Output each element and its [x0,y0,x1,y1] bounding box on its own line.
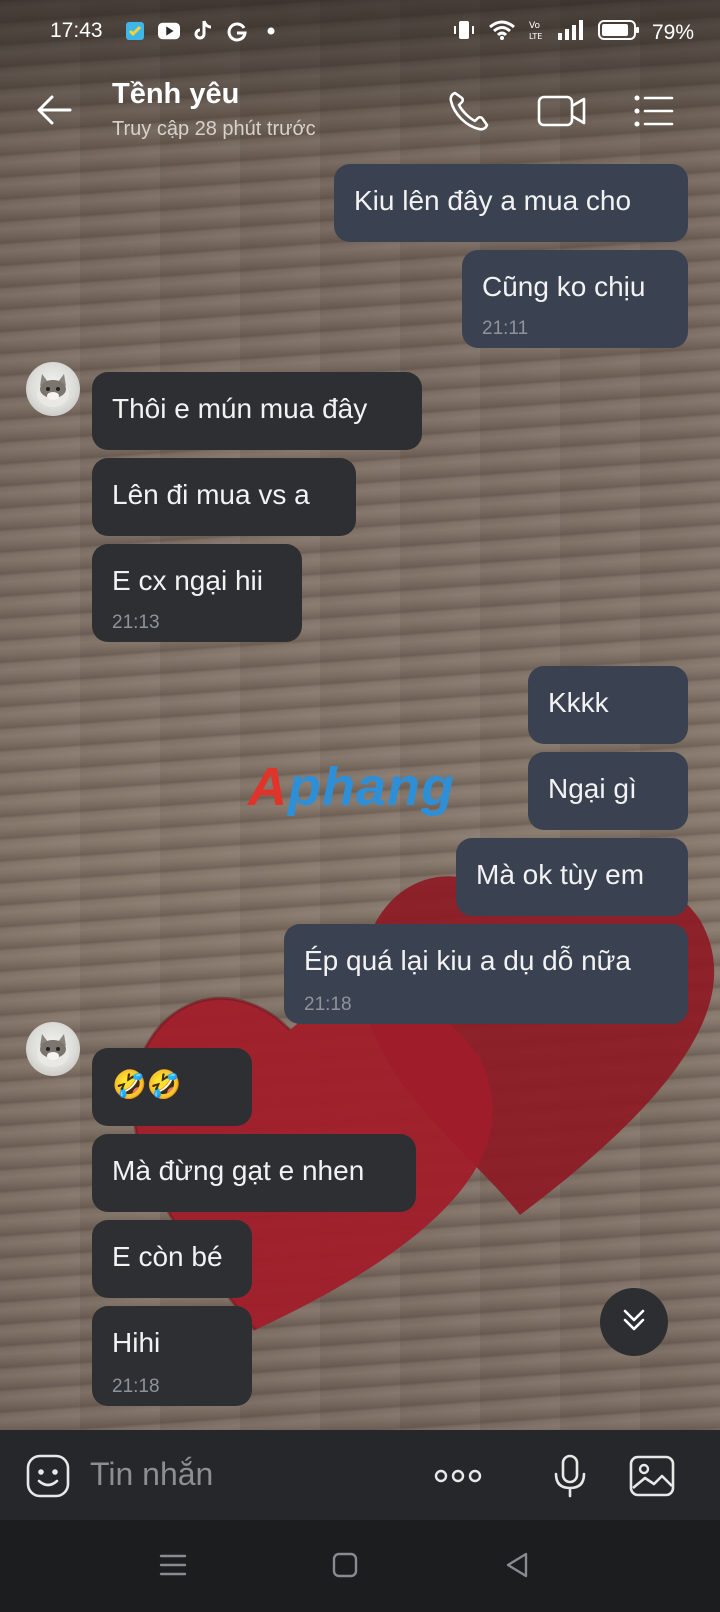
notification-icons [124,20,282,42]
svg-text:Vo: Vo [529,21,540,31]
menu-list-icon[interactable] [632,88,676,134]
message-bubble-incoming[interactable]: Hihi 21:18 [92,1306,252,1406]
message-text: E còn bé [112,1241,223,1272]
message-text: Lên đi mua vs a [112,479,310,510]
chat-header: Tềnh yêu Truy cập 28 phút trước [0,64,720,160]
dot-icon [260,20,282,42]
back-triangle-icon[interactable] [502,1550,532,1580]
message-bubble-outgoing[interactable]: Kkkk [528,666,688,744]
contact-avatar[interactable] [26,1022,80,1076]
message-bubble-outgoing[interactable]: Ngại gì [528,752,688,830]
message-text: Hihi [112,1327,161,1358]
status-time: 17:43 [50,19,103,42]
message-text: Mà đừng gạt e nhen [112,1155,365,1186]
contact-name[interactable]: Tềnh yêu [112,78,239,111]
message-text: Kkkk [548,687,609,718]
recent-apps-icon[interactable] [158,1550,188,1580]
contact-avatar[interactable] [26,362,80,416]
message-bubble-outgoing[interactable]: Ép quá lại kiu a dụ dỗ nữa 21:18 [284,924,688,1024]
microphone-icon[interactable] [546,1452,594,1500]
message-bubble-incoming[interactable]: E cx ngại hii 21:13 [92,544,302,642]
system-status-icons: Vo LTE 79% [452,18,694,47]
message-bubble-incoming[interactable]: Thôi e mún mua đây [92,372,422,450]
battery-percent: 79% [651,20,694,44]
tiktok-icon [192,20,214,42]
scroll-to-bottom-button[interactable] [600,1288,668,1356]
message-text: E cx ngại hii [112,565,263,596]
message-text: 🤣🤣 [112,1069,182,1100]
message-text: Ngại gì [548,773,637,804]
message-time: 21:11 [482,318,529,339]
youtube-icon [158,20,180,42]
message-bubble-incoming[interactable]: Lên đi mua vs a [92,458,356,536]
status-bar: 17:43 Vo LTE 79% [0,0,720,64]
home-icon[interactable] [330,1550,360,1580]
video-call-icon[interactable] [536,88,588,134]
message-input[interactable]: Tin nhắn [90,1450,390,1498]
wifi-icon [488,19,516,46]
security-app-icon [124,20,146,42]
more-options-icon[interactable] [432,1452,484,1500]
message-text: Mà ok tùy em [476,859,645,890]
message-bubble-outgoing[interactable]: Cũng ko chịu 21:11 [462,250,688,348]
double-chevron-down-icon [619,1305,649,1340]
message-time: 21:18 [112,1376,160,1397]
sticker-emoji-icon[interactable] [24,1452,72,1500]
watermark-logo: Aphang [248,757,455,817]
message-text: Ép quá lại kiu a dụ dỗ nữa [304,945,631,976]
message-composer: Tin nhắn [0,1430,720,1520]
phone-call-icon[interactable] [446,88,492,134]
battery-icon [597,19,640,46]
message-bubble-incoming[interactable]: E còn bé [92,1220,252,1298]
message-time: 21:18 [304,994,352,1015]
volte-icon: Vo LTE [528,19,546,46]
message-bubble-incoming[interactable]: Mà đừng gạt e nhen [92,1134,416,1212]
vibrate-icon [452,18,476,47]
message-text: Cũng ko chịu [482,271,646,302]
message-text: Thôi e mún mua đây [112,393,368,424]
message-bubble-outgoing[interactable]: Mà ok tùy em [456,838,688,916]
svg-text:LTE: LTE [529,32,542,41]
google-icon [226,20,248,42]
message-time: 21:13 [112,612,160,633]
back-arrow-icon[interactable] [34,90,74,130]
signal-icon [557,20,586,45]
system-navigation-bar [0,1520,720,1612]
image-gallery-icon[interactable] [628,1452,676,1500]
message-bubble-outgoing[interactable]: Kiu lên đây a mua cho [334,164,688,242]
message-text: Kiu lên đây a mua cho [354,185,632,216]
message-bubble-incoming[interactable]: 🤣🤣 [92,1048,252,1126]
last-seen-status: Truy cập 28 phút trước [112,118,316,140]
